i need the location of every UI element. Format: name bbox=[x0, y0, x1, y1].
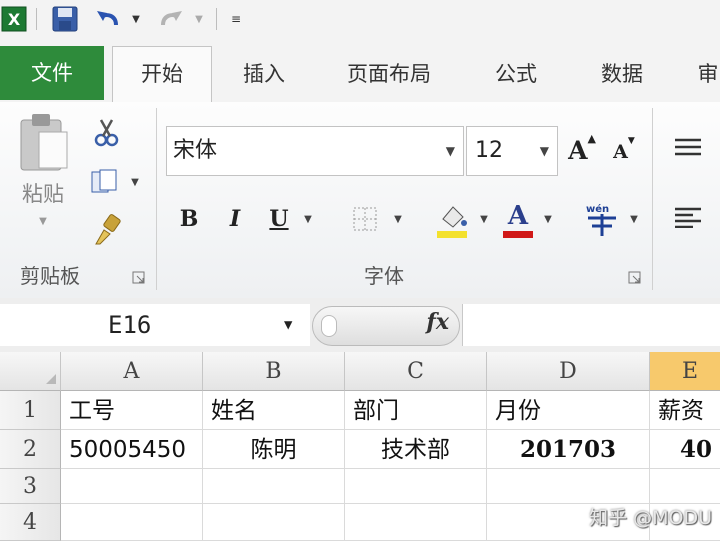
underline-button[interactable]: U bbox=[264, 202, 294, 236]
chevron-down-icon[interactable]: ▼ bbox=[284, 304, 292, 346]
paste-label: 粘贴 bbox=[22, 182, 64, 206]
name-box[interactable]: E16 ▼ bbox=[0, 304, 310, 346]
font-color-glyph: A bbox=[507, 200, 529, 231]
formula-input[interactable] bbox=[462, 304, 720, 346]
align-left-icon[interactable] bbox=[670, 202, 706, 232]
cell-a3[interactable] bbox=[61, 469, 203, 504]
borders-dropdown-icon[interactable]: ▼ bbox=[390, 210, 406, 228]
select-all-corner[interactable] bbox=[0, 352, 61, 391]
svg-text:X: X bbox=[8, 10, 21, 29]
undo-icon[interactable] bbox=[92, 6, 126, 32]
chevron-down-icon: ▼ bbox=[539, 144, 549, 158]
paste-button[interactable]: 粘贴 ▼ bbox=[10, 110, 76, 240]
bold-button[interactable]: B bbox=[174, 202, 204, 236]
font-color-icon[interactable]: A bbox=[498, 196, 538, 242]
cell-c4[interactable] bbox=[345, 504, 487, 541]
quick-access-toolbar: X ▼ ▼ ≡ bbox=[0, 0, 720, 45]
cell-e2[interactable]: 40 bbox=[650, 430, 720, 469]
borders-icon[interactable] bbox=[346, 202, 384, 236]
italic-button[interactable]: I bbox=[220, 202, 250, 236]
group-divider bbox=[156, 108, 157, 290]
copy-icon[interactable] bbox=[86, 164, 126, 200]
cell-d2[interactable]: 201703 bbox=[487, 430, 650, 469]
cut-icon[interactable] bbox=[88, 114, 124, 150]
grow-font-icon[interactable]: A ▲ bbox=[566, 132, 598, 168]
insert-function-button[interactable]: fx bbox=[426, 309, 449, 335]
fill-color-icon[interactable] bbox=[432, 198, 472, 242]
redo-dropdown-icon[interactable]: ▼ bbox=[192, 6, 206, 32]
row-header-3[interactable]: 3 bbox=[0, 469, 61, 504]
row-header-1[interactable]: 1 bbox=[0, 391, 61, 430]
cell-b3[interactable] bbox=[203, 469, 345, 504]
ribbon-home: 粘贴 ▼ ▼ 剪贴板 宋体 ▼ 12 ▼ A ▲ A ▼ B I U ▼ ▼ ▼ A… bbox=[0, 102, 720, 299]
shrink-font-icon[interactable]: A ▼ bbox=[608, 136, 640, 168]
formula-bar: E16 ▼ fx bbox=[0, 298, 720, 353]
watermark: 知乎 @MODU bbox=[589, 507, 712, 529]
save-icon[interactable] bbox=[48, 6, 82, 32]
paste-dropdown-icon: ▼ bbox=[39, 216, 47, 227]
tab-review[interactable]: 审 bbox=[688, 48, 720, 100]
font-size-value: 12 bbox=[475, 138, 503, 163]
tab-home[interactable]: 开始 bbox=[112, 46, 212, 104]
toolbar-divider bbox=[216, 8, 217, 30]
column-header-d[interactable]: D bbox=[487, 352, 650, 391]
tab-formulas[interactable]: 公式 bbox=[472, 48, 560, 100]
font-launcher-icon[interactable] bbox=[628, 270, 642, 284]
chevron-down-icon: ▼ bbox=[445, 144, 455, 158]
cell-b1[interactable]: 姓名 bbox=[203, 391, 345, 430]
undo-dropdown-icon[interactable]: ▼ bbox=[128, 6, 144, 32]
svg-text:wén: wén bbox=[586, 203, 609, 215]
font-name-value: 宋体 bbox=[173, 138, 218, 163]
cell-b4[interactable] bbox=[203, 504, 345, 541]
copy-dropdown-icon[interactable]: ▼ bbox=[128, 172, 142, 192]
phonetic-dropdown-icon[interactable]: ▼ bbox=[626, 210, 642, 228]
cell-c3[interactable] bbox=[345, 469, 487, 504]
name-box-value: E16 bbox=[108, 311, 152, 339]
tab-file[interactable]: 文件 bbox=[0, 46, 104, 100]
column-header-a[interactable]: A bbox=[61, 352, 203, 391]
column-header-b[interactable]: B bbox=[203, 352, 345, 391]
column-header-c[interactable]: C bbox=[345, 352, 487, 391]
worksheet-grid: A B C D E 1 工号 姓名 部门 月份 薪资 2 50005450 陈明… bbox=[0, 352, 720, 544]
phonetic-guide-icon[interactable]: wén bbox=[582, 198, 622, 240]
align-top-icon[interactable] bbox=[670, 132, 706, 162]
cell-e1[interactable]: 薪资 bbox=[650, 391, 720, 430]
row-header-2[interactable]: 2 bbox=[0, 430, 61, 469]
font-color-dropdown-icon[interactable]: ▼ bbox=[540, 210, 556, 228]
font-size-select[interactable]: 12 ▼ bbox=[466, 126, 558, 176]
excel-app-icon[interactable]: X bbox=[0, 6, 28, 32]
row-header-4[interactable]: 4 bbox=[0, 504, 61, 541]
customize-toolbar-icon[interactable]: ≡ bbox=[226, 6, 246, 32]
font-group-label: 字体 bbox=[364, 264, 404, 288]
cell-a4[interactable] bbox=[61, 504, 203, 541]
underline-dropdown-icon[interactable]: ▼ bbox=[300, 210, 316, 228]
tab-insert[interactable]: 插入 bbox=[220, 48, 308, 100]
font-name-select[interactable]: 宋体 ▼ bbox=[166, 126, 464, 176]
toolbar-divider bbox=[36, 8, 37, 30]
cell-c2[interactable]: 技术部 bbox=[345, 430, 487, 469]
cell-c1[interactable]: 部门 bbox=[345, 391, 487, 430]
column-header-e[interactable]: E bbox=[650, 352, 720, 391]
ribbon-tab-bar: 文件 开始 插入 页面布局 公式 数据 审 bbox=[0, 44, 720, 104]
redo-icon[interactable] bbox=[156, 6, 186, 32]
tab-data[interactable]: 数据 bbox=[578, 48, 666, 100]
tab-page-layout[interactable]: 页面布局 bbox=[326, 48, 452, 100]
cell-a1[interactable]: 工号 bbox=[61, 391, 203, 430]
paste-icon bbox=[20, 114, 68, 171]
cell-d1[interactable]: 月份 bbox=[487, 391, 650, 430]
cell-e3[interactable] bbox=[650, 469, 720, 504]
group-divider bbox=[652, 108, 653, 290]
fill-color-dropdown-icon[interactable]: ▼ bbox=[476, 210, 492, 228]
font-color-swatch bbox=[503, 230, 533, 238]
format-painter-icon[interactable] bbox=[88, 212, 124, 248]
formula-bar-splitter[interactable]: fx bbox=[312, 306, 460, 346]
cell-d3[interactable] bbox=[487, 469, 650, 504]
clipboard-launcher-icon[interactable] bbox=[132, 270, 146, 284]
splitter-handle-icon bbox=[321, 315, 337, 337]
cell-b2[interactable]: 陈明 bbox=[203, 430, 345, 469]
clipboard-group-label: 剪贴板 bbox=[20, 264, 80, 288]
cell-a2[interactable]: 50005450 bbox=[61, 430, 203, 469]
